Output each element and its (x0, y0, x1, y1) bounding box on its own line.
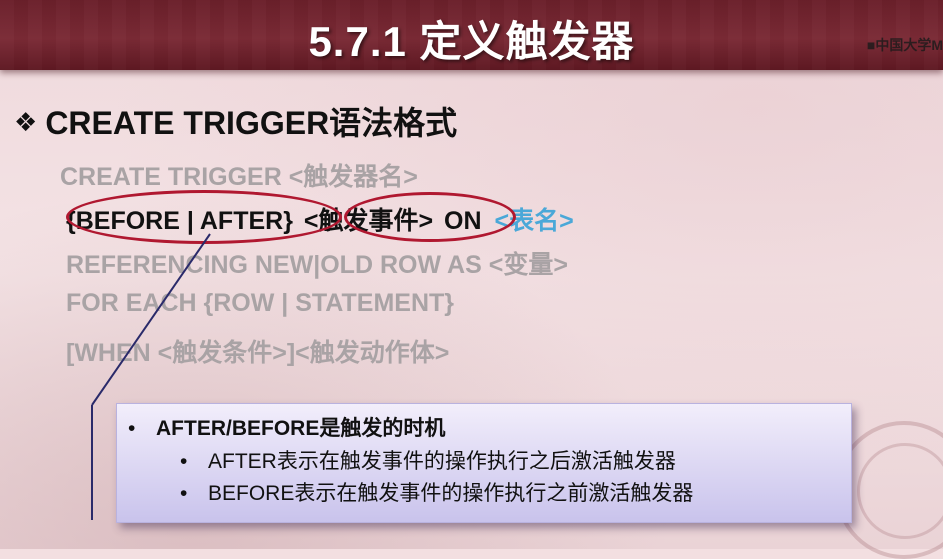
explanation-before: • BEFORE表示在触发事件的操作执行之前激活触发器 (180, 477, 693, 507)
bullet-icon: • (128, 417, 136, 440)
explanation-main: • AFTER/BEFORE是触发的时机 (128, 412, 445, 442)
bullet-icon: • (180, 482, 188, 505)
explanation-after-text: AFTER表示在触发事件的操作执行之后激活触发器 (208, 450, 676, 473)
bullet-icon: • (180, 450, 188, 473)
explanation-main-text: AFTER/BEFORE是触发的时机 (156, 417, 446, 440)
explanation-after: • AFTER表示在触发事件的操作执行之后激活触发器 (180, 445, 676, 475)
explanation-before-text: BEFORE表示在触发事件的操作执行之前激活触发器 (208, 482, 694, 505)
